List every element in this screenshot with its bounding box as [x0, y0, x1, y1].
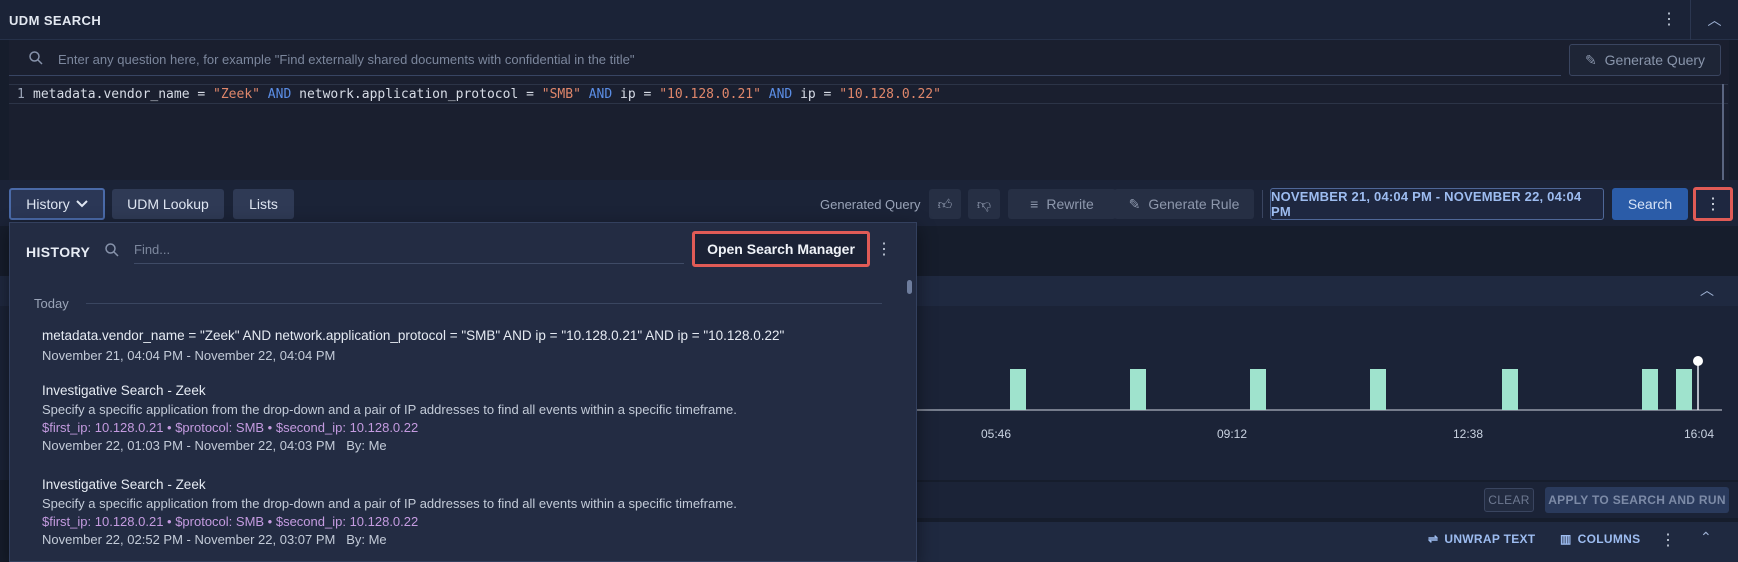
- unwrap-text-button[interactable]: ⇌ UNWRAP TEXT: [1428, 532, 1535, 546]
- page-title: UDM SEARCH: [9, 13, 102, 28]
- rewrite-label: Rewrite: [1046, 196, 1094, 212]
- generated-query-label: Generated Query: [820, 197, 921, 212]
- expand-collapse-icon[interactable]: ⌃: [1700, 529, 1712, 546]
- kebab-icon: ⋮: [1705, 196, 1721, 213]
- udm-search-page: UDM SEARCH ⋮ ︿ ✎ Generate Query 1 metadat…: [0, 0, 1738, 562]
- history-scrollbar[interactable]: [907, 280, 912, 294]
- history-item-title: metadata.vendor_name = "Zeek" AND networ…: [42, 328, 785, 343]
- wrap-icon: ⇌: [1428, 532, 1439, 546]
- history-item-date: November 22, 01:03 PM - November 22, 04:…: [42, 438, 387, 453]
- query-token: network.application_protocol =: [299, 87, 542, 102]
- history-item-params: $first_ip: 10.128.0.21 • $protocol: SMB …: [42, 420, 419, 435]
- results-kebab-icon[interactable]: ⋮: [1660, 530, 1676, 550]
- toolbar-divider: [1262, 190, 1263, 218]
- query-token: "10.128.0.22": [839, 87, 941, 102]
- timeline-tick-label: 05:46: [981, 427, 1011, 441]
- chevron-up-icon: ︿: [1707, 12, 1722, 28]
- history-item-date: November 21, 04:04 PM - November 22, 04:…: [42, 348, 336, 363]
- thumbs-up-button[interactable]: 👍︎: [929, 189, 961, 219]
- query-token: AND: [580, 87, 621, 102]
- generate-query-label: Generate Query: [1604, 52, 1706, 68]
- history-group-label: Today: [34, 296, 69, 311]
- apply-to-search-button[interactable]: APPLY TO SEARCH AND RUN: [1545, 487, 1729, 513]
- history-button[interactable]: History: [9, 188, 105, 220]
- timeline-collapse-icon[interactable]: ︿: [1700, 280, 1714, 300]
- magic-wand-icon: ✎: [1128, 195, 1141, 212]
- query-code-line[interactable]: 1 metadata.vendor_name = "Zeek" AND netwo…: [9, 84, 1728, 104]
- history-group-divider: [86, 303, 882, 304]
- timeline-bar[interactable]: [1676, 369, 1692, 410]
- history-item-params: $first_ip: 10.128.0.21 • $protocol: SMB …: [42, 514, 419, 529]
- columns-label: COLUMNS: [1577, 532, 1641, 546]
- search-icon: [29, 51, 43, 65]
- columns-button[interactable]: ▥ COLUMNS: [1560, 532, 1640, 546]
- udm-lookup-button[interactable]: UDM Lookup: [112, 189, 224, 219]
- columns-icon: ▥: [1560, 532, 1572, 546]
- query-token: metadata.vendor_name =: [33, 87, 214, 102]
- history-title: HISTORY: [26, 244, 91, 260]
- generate-query-button[interactable]: ✎ Generate Query: [1569, 44, 1721, 76]
- thumbs-up-icon: 👍︎: [937, 195, 953, 212]
- clear-button[interactable]: CLEAR: [1484, 488, 1534, 512]
- header-kebab-icon[interactable]: ⋮: [1658, 9, 1680, 31]
- timeline-bar[interactable]: [1130, 369, 1146, 410]
- header-collapse-button[interactable]: ︿: [1690, 0, 1738, 40]
- history-label: History: [26, 196, 70, 212]
- history-item-title: Investigative Search - Zeek: [42, 383, 206, 398]
- timeline-bar[interactable]: [1010, 369, 1026, 410]
- timeline-bar[interactable]: [1642, 369, 1658, 410]
- open-search-manager-button[interactable]: Open Search Manager: [692, 231, 870, 267]
- rewrite-icon: ≡: [1030, 196, 1039, 212]
- search-button[interactable]: Search: [1612, 188, 1688, 220]
- timeline-bar[interactable]: [1250, 369, 1266, 410]
- generate-rule-button[interactable]: ✎ Generate Rule: [1114, 189, 1254, 219]
- editor-scrollbar[interactable]: [1722, 84, 1724, 180]
- timeline-bar[interactable]: [1370, 369, 1386, 410]
- query-token: "SMB": [541, 87, 581, 102]
- query-token: AND: [259, 87, 300, 102]
- nl-search-input[interactable]: [58, 44, 1548, 74]
- history-kebab-icon[interactable]: ⋮: [876, 239, 892, 259]
- timeline-tick-label: 09:12: [1217, 427, 1247, 441]
- header-bar: [0, 0, 1738, 40]
- history-item-date: November 22, 02:52 PM - November 22, 03:…: [42, 532, 387, 547]
- history-item[interactable]: Investigative Search - Zeek Specify a sp…: [42, 477, 892, 547]
- magic-wand-icon: ✎: [1584, 51, 1597, 68]
- history-find-input[interactable]: [134, 236, 684, 264]
- unwrap-text-label: UNWRAP TEXT: [1444, 532, 1536, 546]
- history-item-description: Specify a specific application from the …: [42, 496, 737, 511]
- line-number: 1: [17, 87, 25, 102]
- history-item[interactable]: Investigative Search - Zeek Specify a sp…: [42, 383, 892, 453]
- query-token: "10.128.0.21": [659, 87, 761, 102]
- timeline-tick-label: 12:38: [1453, 427, 1483, 441]
- timeline-tick-label: 16:04: [1684, 427, 1714, 441]
- timeline-bar[interactable]: [1502, 369, 1518, 410]
- history-item[interactable]: metadata.vendor_name = "Zeek" AND networ…: [42, 328, 892, 363]
- query-token: ip =: [620, 87, 660, 102]
- history-item-title: Investigative Search - Zeek: [42, 477, 206, 492]
- query-token: AND: [760, 87, 801, 102]
- timeline-chart: 05:46 09:12 12:38 16:04: [916, 356, 1722, 441]
- generate-rule-label: Generate Rule: [1148, 196, 1240, 212]
- rewrite-button[interactable]: ≡ Rewrite: [1008, 189, 1116, 219]
- more-options-button[interactable]: ⋮: [1693, 187, 1733, 221]
- chevron-down-icon: [76, 200, 88, 208]
- query-text: metadata.vendor_name = "Zeek" AND networ…: [33, 87, 941, 102]
- query-token: ip =: [800, 87, 840, 102]
- timeline-marker-handle[interactable]: [1693, 356, 1703, 366]
- search-icon: [105, 243, 119, 257]
- thumbs-down-button[interactable]: 👎︎: [968, 189, 1000, 219]
- thumbs-down-icon: 👎︎: [976, 195, 992, 212]
- history-item-description: Specify a specific application from the …: [42, 402, 737, 417]
- query-token: "Zeek": [213, 87, 260, 102]
- date-range-button[interactable]: NOVEMBER 21, 04:04 PM - NOVEMBER 22, 04:…: [1270, 188, 1604, 220]
- lists-button[interactable]: Lists: [233, 189, 294, 219]
